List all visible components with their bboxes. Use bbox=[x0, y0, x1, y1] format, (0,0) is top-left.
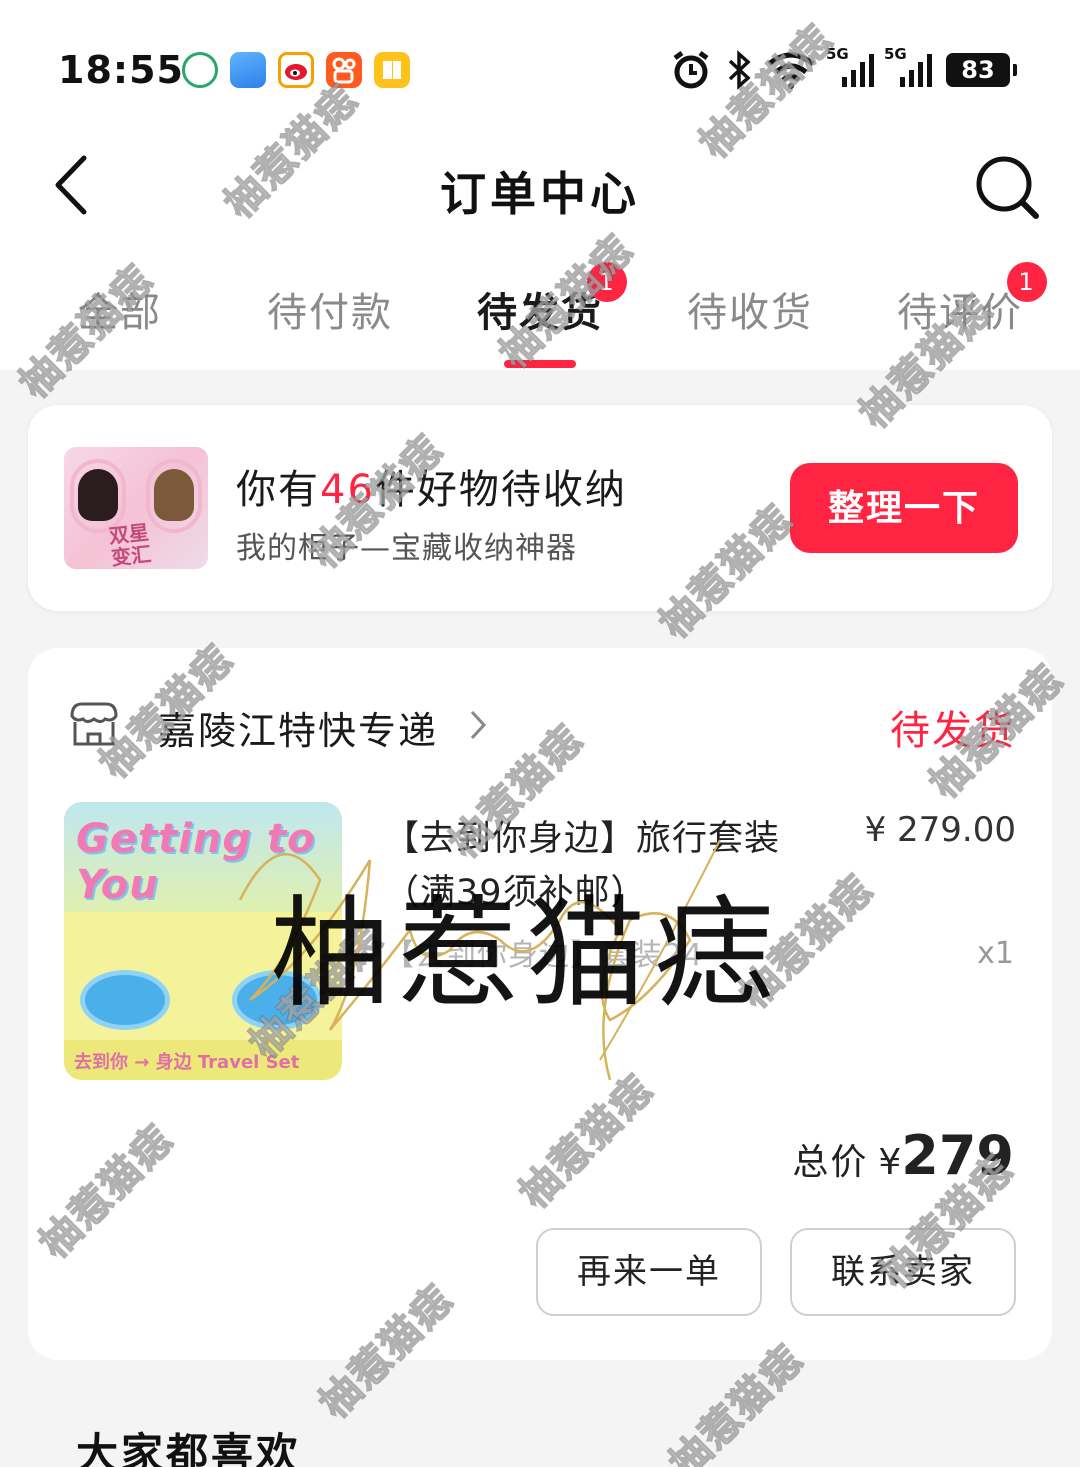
signal-icon: 5G bbox=[826, 45, 874, 87]
tab-pending-review[interactable]: 待评价 1 bbox=[855, 262, 1065, 338]
reorder-button[interactable]: 再来一单 bbox=[536, 1228, 762, 1316]
tab-label: 待收货 bbox=[687, 290, 813, 336]
tab-label: 全部 bbox=[78, 290, 162, 336]
recommend-section-title: 大家都喜欢 bbox=[76, 1429, 302, 1467]
promo-thumbnail: 双星 变汇 bbox=[64, 447, 208, 569]
nav-bar: 订单中心 bbox=[0, 140, 1080, 235]
tab-pending-payment[interactable]: 待付款 bbox=[225, 280, 435, 338]
total-amount: 279 bbox=[901, 1124, 1014, 1187]
order-tabs: 全部 待付款 待发货 1 待收货 待评价 1 bbox=[0, 262, 1080, 370]
tab-pending-shipment[interactable]: 待发货 1 bbox=[435, 262, 645, 338]
product-image[interactable]: Getting to You 去到你 → 身边 Travel Set bbox=[64, 802, 342, 1080]
page-title: 订单中心 bbox=[440, 167, 640, 221]
promo-subtitle: 我的柜子—宝藏收纳神器 bbox=[236, 531, 577, 566]
tab-badge: 1 bbox=[1007, 262, 1047, 302]
portrait bbox=[154, 469, 194, 521]
tab-label: 待评价 bbox=[897, 290, 1023, 336]
active-tab-indicator bbox=[504, 360, 576, 368]
status-icons: 5G 5G 83 bbox=[670, 45, 1017, 92]
network-type-label: 5G bbox=[826, 45, 849, 63]
signal-icon-2: 5G bbox=[884, 45, 932, 87]
product-spec: 【去到你身边】套装24 bbox=[384, 938, 704, 973]
order-card: 嘉陵江特快专递 待发货 Getting to You 去到你 → 身边 Trav… bbox=[28, 648, 1052, 1360]
product-price: ¥ 279.00 bbox=[864, 810, 1016, 850]
order-total: 总价 ¥ 279 bbox=[792, 1124, 1014, 1187]
search-icon[interactable] bbox=[970, 150, 1050, 230]
tab-all[interactable]: 全部 bbox=[15, 280, 225, 338]
cat-eye bbox=[232, 970, 322, 1030]
product-title[interactable]: 【去到你身边】旅行套装（满39须补邮） bbox=[384, 812, 824, 920]
kuaishou-app-icon bbox=[326, 52, 362, 88]
portrait bbox=[78, 469, 118, 521]
promo-count: 46 bbox=[320, 467, 375, 513]
weibo-app-icon bbox=[278, 52, 314, 88]
battery-icon: 83 bbox=[946, 53, 1017, 87]
contact-seller-button[interactable]: 联系卖家 bbox=[790, 1228, 1016, 1316]
image-footer-text: 去到你 → 身边 Travel Set bbox=[64, 1040, 342, 1080]
total-label: 总价 bbox=[792, 1142, 869, 1183]
storage-promo-card[interactable]: 双星 变汇 你有46件好物待收纳 我的柜子—宝藏收纳神器 整理一下 bbox=[28, 405, 1052, 611]
status-time: 18:55 bbox=[58, 48, 184, 92]
shop-icon bbox=[70, 702, 118, 746]
product-quantity: x1 bbox=[977, 936, 1014, 971]
wifi-icon bbox=[767, 52, 815, 89]
order-status: 待发货 bbox=[890, 708, 1016, 754]
tab-badge: 1 bbox=[587, 262, 627, 302]
tab-pending-receipt[interactable]: 待收货 bbox=[645, 280, 855, 338]
reader-app-icon bbox=[374, 52, 410, 88]
total-currency: ¥ bbox=[878, 1142, 902, 1183]
promo-headline: 你有46件好物待收纳 bbox=[236, 457, 627, 515]
tab-label: 待付款 bbox=[267, 290, 393, 336]
status-bar: 18:55 5G 5G 83 bbox=[0, 40, 1080, 100]
organize-button[interactable]: 整理一下 bbox=[790, 463, 1018, 553]
bluetooth-icon bbox=[728, 50, 751, 90]
chevron-right-icon[interactable] bbox=[468, 708, 488, 742]
shop-name-link[interactable]: 嘉陵江特快专递 bbox=[158, 700, 438, 755]
image-header-text: Getting to You bbox=[76, 816, 316, 908]
promo-text-prefix: 你有 bbox=[236, 467, 320, 513]
tab-label: 待发货 bbox=[477, 290, 603, 336]
promo-text-suffix: 件好物待收纳 bbox=[374, 467, 627, 513]
cat-eye bbox=[80, 970, 170, 1030]
weather-app-icon bbox=[230, 52, 266, 88]
alarm-icon bbox=[673, 50, 709, 89]
network-type-label: 5G bbox=[884, 45, 907, 63]
thumb-caption: 双星 变汇 bbox=[107, 520, 153, 569]
bank-app-icon bbox=[182, 52, 218, 88]
